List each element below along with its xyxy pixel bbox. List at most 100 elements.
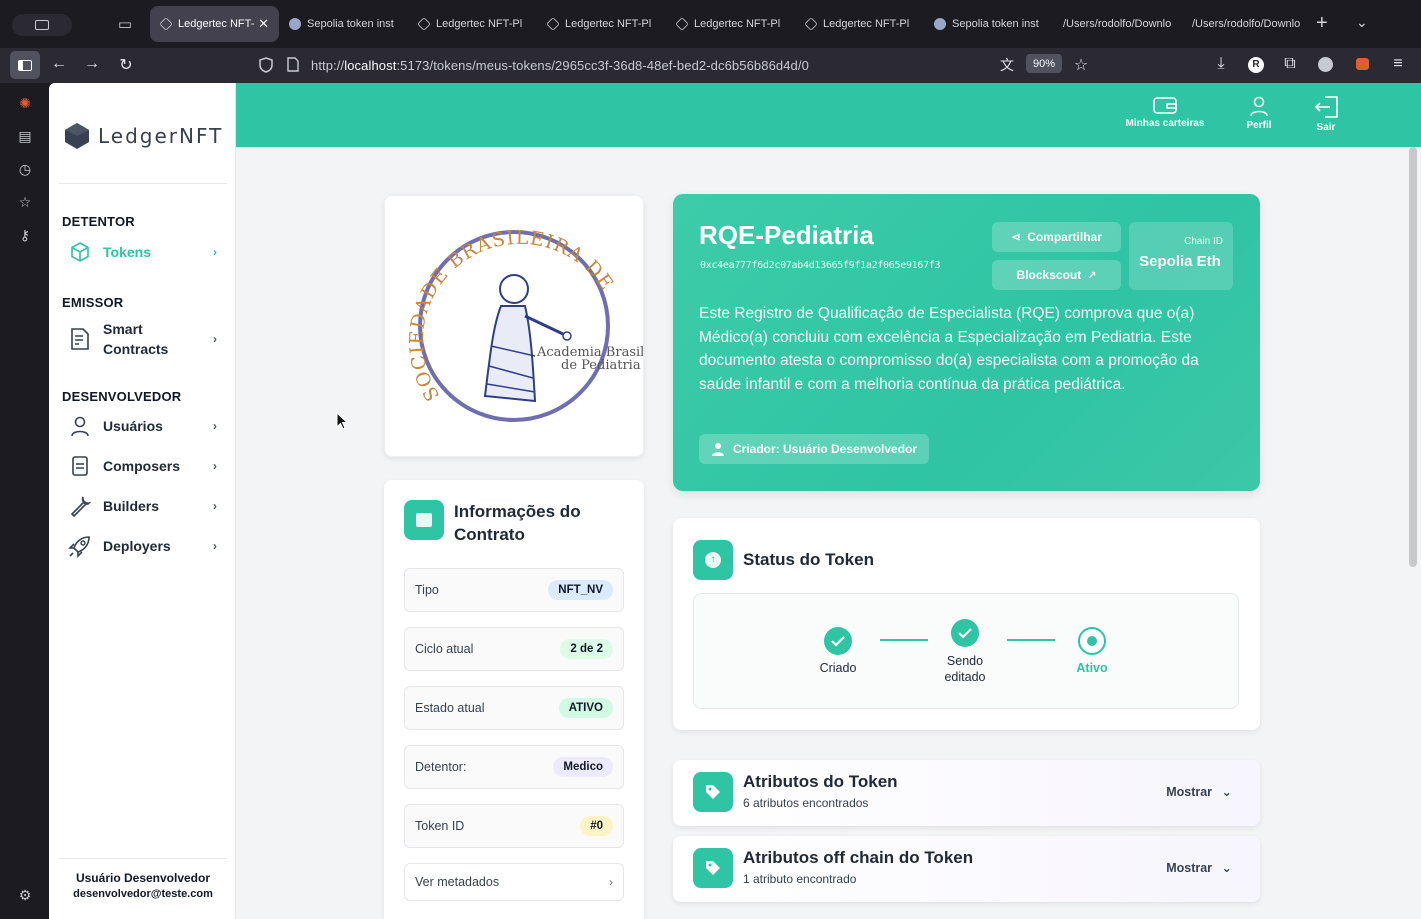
tab-favicon-icon [804,17,818,31]
sidebar-toggle-button[interactable] [10,51,40,79]
sidebar-item-label: Smart Contracts [103,319,168,359]
contract-row-state: Estado atual ATIVO [404,686,624,730]
token-seal-image: SOCIEDADE BRASILEIRA DE PEDIATRIA Academ… [377,179,652,422]
chain-id-box: Chain ID Sepolia Eth [1129,222,1233,290]
new-tab-icon[interactable]: + [1316,12,1328,35]
blockscout-link-button[interactable]: Blockscout ↗ [992,260,1121,290]
user-icon [1250,96,1268,117]
chevron-right-icon: › [213,459,217,473]
browser-tab[interactable]: Ledgertec NFT- ✕ [150,6,279,42]
chain-id-value: Sepolia Eth [1139,253,1221,270]
chevron-right-icon: › [213,499,217,513]
settings-gear-icon[interactable]: ⚙ [15,887,35,904]
url-host: localhost [344,58,397,73]
passwords-key-icon[interactable]: ⚷ [15,227,35,244]
cube-icon [67,239,93,265]
rocket-icon [67,533,93,559]
url-bar[interactable]: http://localhost:5173/tokens/meus-tokens… [255,51,1098,79]
tab-favicon-icon [675,17,689,31]
forward-arrow-icon[interactable]: → [81,55,103,73]
token-address[interactable]: 0xc4ea777f6d2c07ab4d13665f9f1a2f065e9167… [700,260,941,271]
sidebar-user-box[interactable]: Usuário Desenvolvedor desenvolvedor@test… [59,858,227,919]
url-text[interactable]: http://localhost:5173/tokens/meus-tokens… [311,58,809,73]
menu-icon[interactable]: ≡ [1387,55,1409,73]
tab-label: Ledgertec NFT-Pl [694,18,781,30]
app-logo[interactable]: LedgerNFT [62,121,223,151]
extension-fox-icon[interactable] [1351,55,1373,70]
tab-label: Sepolia token inst [952,18,1039,30]
browser-tab[interactable]: Sepolia token inst [279,6,408,42]
token-attributes-card[interactable]: Atributos do Token 6 atributos encontrad… [673,760,1260,826]
profile-button[interactable]: Perfil [1239,95,1279,131]
extension-icon[interactable]: ✺ [15,95,35,112]
url-prefix: http:// [311,58,345,73]
view-metadata-button[interactable]: Ver metadados › [404,863,624,901]
token-image-card: SOCIEDADE BRASILEIRA DE PEDIATRIA Academ… [377,179,652,457]
offchain-show-toggle[interactable]: Mostrar ⌄ [1166,860,1232,875]
creator-badge: Criador: Usuário Desenvolvedor [699,434,930,464]
tab-favicon-icon [289,18,301,30]
back-arrow-icon[interactable]: ← [48,55,70,73]
logout-button[interactable]: Sair [1311,95,1341,133]
contract-info-header: Informações do Contrato [404,500,624,546]
step-connector [1007,639,1055,641]
chevron-right-icon: › [213,539,217,553]
tab-list-chevron-icon[interactable]: ⌄ [1356,14,1368,31]
bookmark-star-icon[interactable]: ☆ [1070,55,1092,75]
translate-icon[interactable]: 文 [996,55,1018,75]
page-scrollbar[interactable] [1409,147,1417,567]
step-connector [880,639,928,641]
sidebar-item-smart-contracts[interactable]: Smart Contracts › [67,319,217,359]
step-label: Sendo editado [944,654,986,684]
tab-favicon-icon [934,18,946,30]
bookmarks-star-icon[interactable]: ☆ [15,194,35,211]
mouse-cursor-icon [336,412,348,430]
download-icon[interactable]: ⤓ [1210,55,1232,73]
attributes-title: Atributos do Token [743,772,898,791]
browser-tab[interactable]: /Users/rodolfo/Downlo [1053,6,1182,42]
external-link-icon: ↗ [1087,269,1097,282]
browser-tab[interactable]: /Users/rodolfo/Downlo [1182,6,1311,42]
profile-icon[interactable] [1314,55,1336,72]
tab-favicon-icon [159,17,173,31]
tab-favicon-icon [417,17,431,31]
url-path: :5173/tokens/meus-tokens/2965cc3f-36d8-4… [396,58,809,73]
step-active: Ativo [1052,627,1132,675]
row-label: Detentor: [415,760,467,774]
section-title-detentor: DETENTOR [62,214,135,229]
history-clock-icon[interactable]: ◷ [15,161,35,178]
my-wallets-button[interactable]: Minhas carteiras [1115,95,1215,129]
sync-tabs-icon[interactable]: ▤ [15,128,35,145]
zoom-level-button[interactable]: 90% [1026,54,1062,73]
browser-tab[interactable]: Sepolia token inst [924,6,1053,42]
sidebar-item-deployers[interactable]: Deployers › [67,533,217,559]
sidebar-item-composers[interactable]: Composers › [67,453,217,479]
page-icon [287,57,299,72]
row-value-badge: NFT_NV [548,580,613,600]
close-tab-icon[interactable]: ✕ [258,16,269,32]
attributes-show-toggle[interactable]: Mostrar ⌄ [1166,784,1232,799]
sidebar-item-tokens[interactable]: Tokens › [67,239,217,265]
browser-tab[interactable]: Ledgertec NFT-Pl [795,6,924,42]
browser-tabbar: ▭ Ledgertec NFT- ✕ Sepolia token inst Led… [0,0,1421,48]
account-icon[interactable]: R [1245,55,1267,73]
window-overview-button[interactable] [12,14,72,36]
profile-label: Perfil [1246,120,1272,131]
sidebar-item-usuarios[interactable]: Usuários › [67,413,217,439]
extensions-icon[interactable]: ⧉ [1279,55,1301,73]
row-value-badge: ATIVO [558,698,613,718]
tab-groups-icon[interactable]: ▭ [114,14,136,34]
offchain-attributes-card[interactable]: Atributos off chain do Token 1 atributo … [673,836,1260,902]
creator-label: Criador: Usuário Desenvolvedor [733,442,918,456]
chevron-down-icon: ⌄ [1221,861,1232,875]
share-button[interactable]: ⋖ Compartilhar [992,222,1121,252]
browser-tab[interactable]: Ledgertec NFT-Pl [537,6,666,42]
share-icon: ⋖ [1011,230,1022,244]
sidebar-item-label: Usuários [103,418,163,434]
reload-icon[interactable]: ↻ [115,55,137,75]
browser-tab[interactable]: Ledgertec NFT-Pl [666,6,795,42]
browser-tab[interactable]: Ledgertec NFT-Pl [408,6,537,42]
sidebar-item-builders[interactable]: Builders › [67,493,217,519]
contract-row-token-id: Token ID #0 [404,804,624,848]
row-label: Tipo [415,583,439,597]
